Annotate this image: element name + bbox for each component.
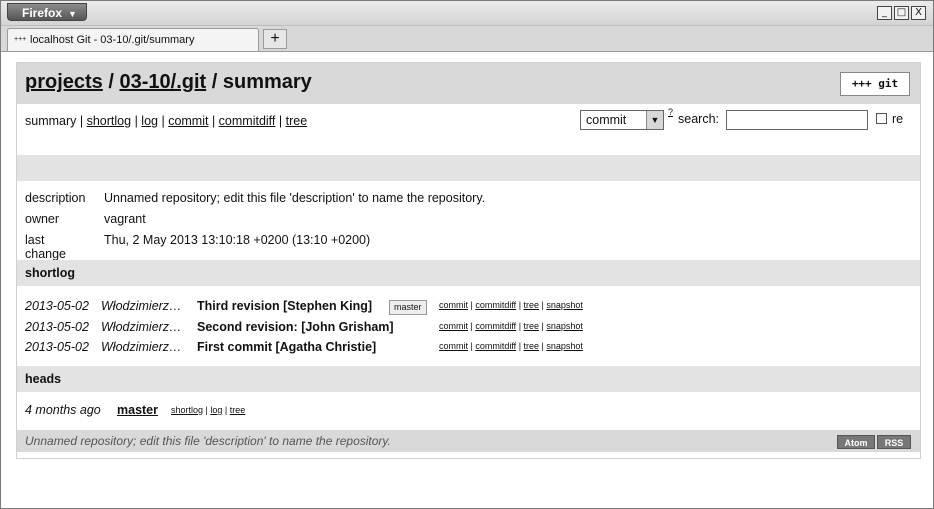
commit-title-link[interactable]: First commit [Agatha Christie]: [197, 340, 376, 354]
browser-window: Firefox ▼ _ □ X +++ localhost Git - 03-10…: [0, 0, 934, 509]
tab-git-summary[interactable]: +++ localhost Git - 03-10/.git/summary: [7, 28, 259, 51]
nav-commit[interactable]: commit: [168, 114, 208, 128]
metadata-value: Unnamed repository; edit this file 'desc…: [104, 191, 486, 205]
snapshot-link[interactable]: snapshot: [546, 300, 583, 310]
title-band: [17, 155, 920, 181]
nav-log[interactable]: log: [141, 114, 158, 128]
maximize-button[interactable]: □: [894, 6, 909, 20]
shortlog-title[interactable]: shortlog: [25, 266, 75, 280]
chevron-down-icon[interactable]: ▼: [646, 111, 663, 129]
heads-header-band[interactable]: heads: [17, 366, 920, 392]
regex-checkbox[interactable]: [876, 113, 887, 124]
title-bar: Firefox ▼ _ □ X: [1, 1, 933, 26]
nav-summary: summary: [25, 114, 77, 128]
tab-strip: +++ localhost Git - 03-10/.git/summary +: [1, 26, 933, 52]
atom-feed-button[interactable]: Atom: [837, 435, 875, 449]
search-type-value: commit: [586, 113, 627, 127]
tab-title: localhost Git - 03-10/.git/summary: [30, 34, 195, 46]
commit-title-link[interactable]: Second revision: [John Grisham]: [197, 320, 394, 334]
breadcrumb-projects-link[interactable]: projects: [25, 71, 103, 93]
page-footer: Unnamed repository; edit this file 'desc…: [17, 430, 920, 452]
breadcrumb: projects / 03-10/.git / summary: [25, 71, 312, 94]
firefox-menu-button[interactable]: Firefox ▼: [7, 3, 87, 21]
nav-tree[interactable]: tree: [286, 114, 308, 128]
git-logo[interactable]: +++ git: [840, 72, 910, 96]
metadata-value: Thu, 2 May 2013 13:10:18 +0200 (13:10 +0…: [104, 233, 371, 247]
firefox-menu-label: Firefox: [22, 6, 63, 20]
search-bar: commit ▼ ? search: re: [580, 107, 910, 132]
head-age: 4 months ago: [25, 403, 101, 417]
head-log-link[interactable]: log: [210, 405, 222, 415]
head-name-link[interactable]: master: [117, 403, 158, 417]
commit-link[interactable]: commit: [439, 321, 468, 331]
snapshot-link[interactable]: snapshot: [546, 341, 583, 351]
close-button[interactable]: X: [911, 6, 926, 20]
table-row: 2013-05-02 Włodzimierz… Second revision:…: [25, 320, 905, 339]
rss-feed-button[interactable]: RSS: [877, 435, 911, 449]
commit-date: 2013-05-02: [25, 320, 89, 334]
commit-title-link[interactable]: Third revision [Stephen King]: [197, 299, 372, 313]
commit-author: Włodzimierz…: [101, 299, 182, 313]
table-row: 2013-05-02 Włodzimierz… First commit [Ag…: [25, 340, 905, 359]
commit-author: Włodzimierz…: [101, 320, 182, 334]
regex-label: re: [892, 112, 904, 126]
commitdiff-link[interactable]: commitdiff: [475, 321, 516, 331]
commit-date: 2013-05-02: [25, 299, 89, 313]
head-links: shortlog | log | tree: [171, 405, 246, 415]
git-favicon-icon: +++: [14, 36, 27, 43]
table-row: 2013-05-02 Włodzimierz… Third revision […: [25, 299, 905, 318]
heads-title[interactable]: heads: [25, 372, 61, 386]
commitdiff-link[interactable]: commitdiff: [475, 300, 516, 310]
minimize-button[interactable]: _: [877, 6, 892, 20]
metadata-value: vagrant: [104, 212, 146, 226]
nav-shortlog[interactable]: shortlog: [87, 114, 131, 128]
new-tab-button[interactable]: +: [263, 29, 287, 49]
commitdiff-link[interactable]: commitdiff: [475, 341, 516, 351]
metadata-key: description: [25, 191, 86, 205]
head-row: 4 months ago master shortlog | log | tre…: [25, 403, 905, 423]
breadcrumb-repo-link[interactable]: 03-10/.git: [119, 71, 206, 93]
search-label: search:: [678, 112, 719, 126]
metadata-key: owner: [25, 212, 60, 226]
commit-link[interactable]: commit: [439, 341, 468, 351]
search-input[interactable]: [726, 110, 868, 130]
breadcrumb-current: summary: [222, 71, 312, 93]
gitweb-page: projects / 03-10/.git / summary +++ git …: [16, 62, 921, 459]
page-content: projects / 03-10/.git / summary +++ git …: [1, 52, 933, 508]
commit-links: commit | commitdiff | tree | snapshot: [439, 300, 583, 310]
head-tree-link[interactable]: tree: [230, 405, 246, 415]
commit-date: 2013-05-02: [25, 340, 89, 354]
tree-link[interactable]: tree: [524, 321, 540, 331]
metadata-key: last change: [25, 233, 67, 261]
commit-link[interactable]: commit: [439, 300, 468, 310]
search-type-select[interactable]: commit ▼: [580, 110, 664, 130]
search-help-link[interactable]: ?: [668, 107, 673, 117]
commit-links: commit | commitdiff | tree | snapshot: [439, 341, 583, 351]
breadcrumb-separator: /: [206, 71, 223, 93]
commit-author: Włodzimierz…: [101, 340, 182, 354]
footer-description: Unnamed repository; edit this file 'desc…: [25, 434, 391, 448]
nav-commitdiff[interactable]: commitdiff: [219, 114, 276, 128]
commit-links: commit | commitdiff | tree | snapshot: [439, 321, 583, 331]
chevron-down-icon: ▼: [68, 9, 77, 19]
snapshot-link[interactable]: snapshot: [546, 321, 583, 331]
page-nav: summary | shortlog | log | commit | comm…: [25, 114, 308, 128]
shortlog-header-band[interactable]: shortlog: [17, 260, 920, 286]
head-shortlog-link[interactable]: shortlog: [171, 405, 203, 415]
tree-link[interactable]: tree: [524, 341, 540, 351]
tree-link[interactable]: tree: [524, 300, 540, 310]
page-header: projects / 03-10/.git / summary +++ git: [17, 63, 920, 104]
ref-badge-master[interactable]: master: [389, 300, 427, 315]
breadcrumb-separator: /: [102, 71, 120, 93]
